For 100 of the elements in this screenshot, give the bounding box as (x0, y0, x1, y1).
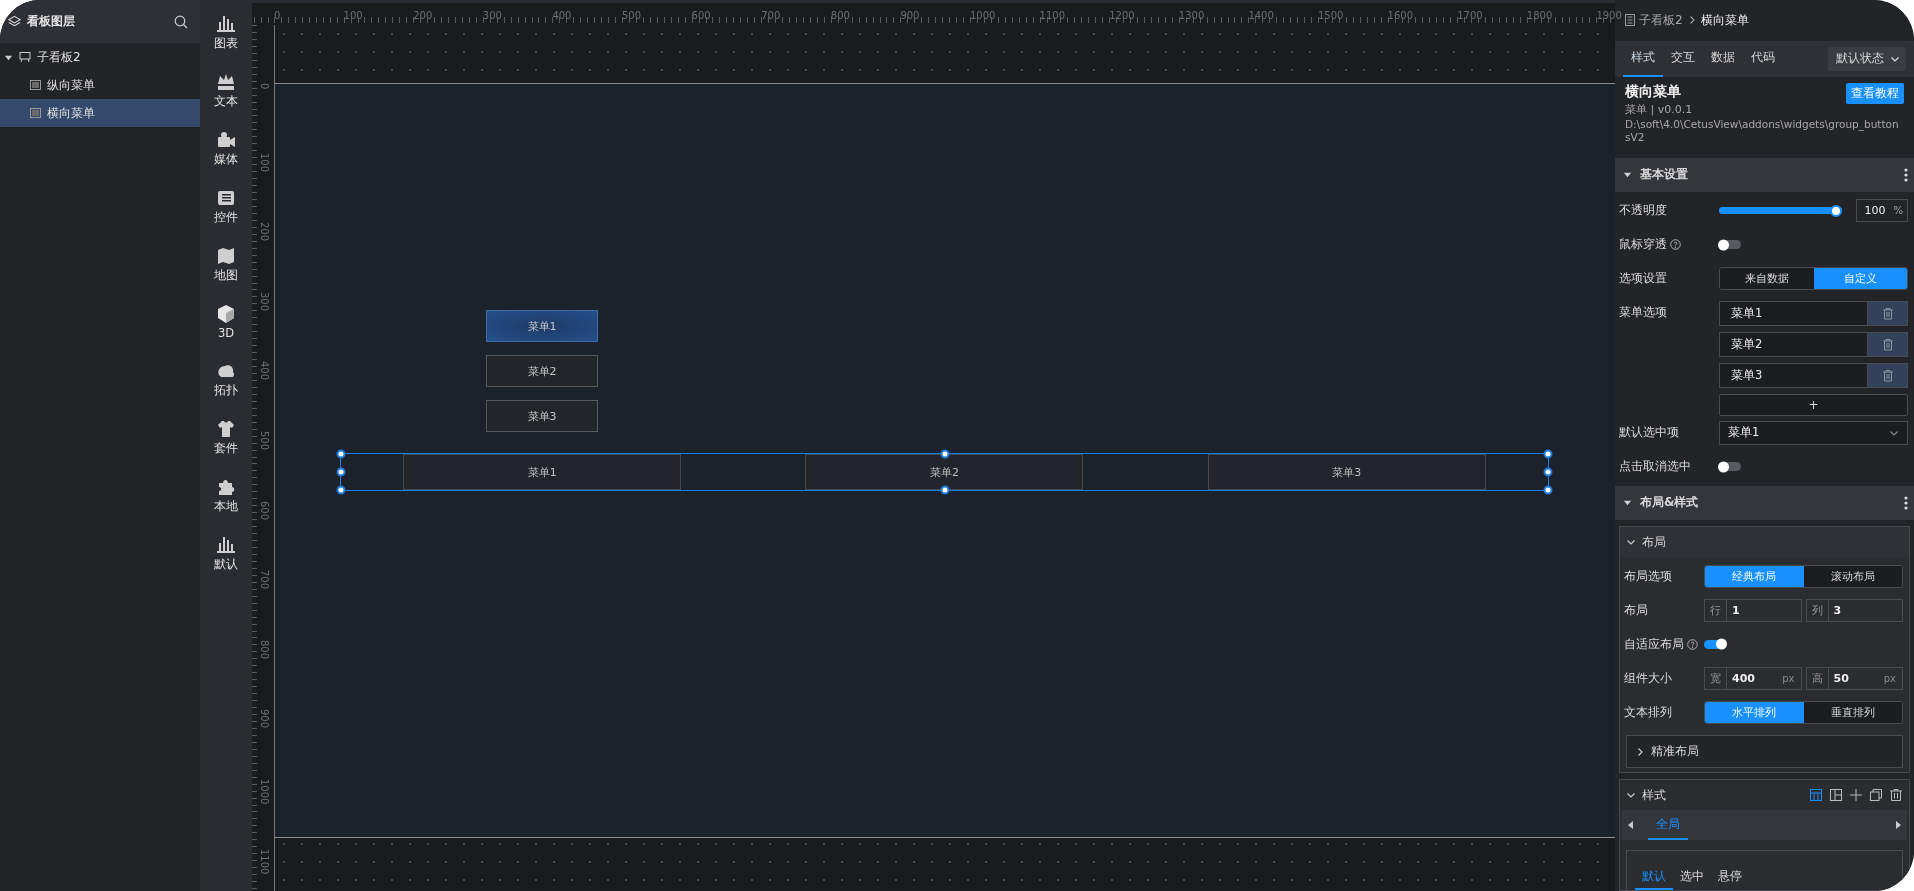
copy-icon[interactable] (1869, 788, 1883, 802)
delete-icon[interactable] (1889, 788, 1903, 802)
menu-item[interactable]: 菜单3 (486, 400, 598, 432)
search-icon[interactable] (174, 14, 188, 29)
segment-option[interactable]: 来自数据 (1720, 268, 1814, 290)
field-label: 文本排列 (1624, 703, 1672, 721)
select-field[interactable]: 菜单1 (1719, 420, 1908, 445)
add-icon[interactable] (1849, 788, 1863, 802)
field-label: 鼠标穿透 (1619, 236, 1667, 254)
ruler-label: 800 (259, 639, 270, 659)
input-field[interactable]: 高 50 px (1805, 666, 1903, 690)
layer-name: 横向菜单 (47, 104, 95, 122)
number-field[interactable]: 100 % (1856, 199, 1908, 223)
breadcrumb-item: 横向菜单 (1700, 11, 1749, 29)
component-category[interactable]: 媒体 (214, 130, 238, 167)
resize-handle[interactable] (940, 449, 949, 459)
cube-icon (216, 304, 236, 324)
component-category[interactable]: 套件 (214, 419, 238, 456)
breadcrumb-item[interactable]: 子看板2 (1639, 11, 1683, 29)
input-field[interactable]: 行 1 (1704, 598, 1802, 622)
group-header[interactable]: 精准布局 (1626, 735, 1903, 768)
layer-item[interactable]: 纵向菜单 (0, 71, 200, 99)
layout-icon[interactable] (1829, 788, 1843, 802)
style-tab[interactable]: 全局 (1648, 810, 1688, 840)
field-label: 自适应布局 (1624, 635, 1684, 653)
menu-item[interactable]: 菜单2 (805, 454, 1084, 490)
ruler-label: 1000 (970, 10, 996, 21)
more-icon[interactable] (1904, 167, 1908, 182)
component-category[interactable]: 控件 (214, 188, 238, 225)
ruler-label: 200 (259, 222, 270, 242)
state-dropdown[interactable]: 默认状态 (1828, 46, 1906, 71)
menu-item[interactable]: 菜单3 (1207, 454, 1486, 490)
menu-item[interactable]: 菜单2 (486, 355, 598, 387)
more-icon[interactable] (1904, 495, 1908, 510)
bar-chart-icon (216, 535, 236, 555)
input-field[interactable]: 列 3 (1805, 598, 1903, 622)
puzzle-icon (216, 477, 236, 497)
group-header[interactable]: 样式 (1620, 780, 1909, 810)
help-icon[interactable] (1687, 638, 1698, 650)
widget-icon (30, 108, 41, 118)
input-field[interactable]: 宽 400 px (1704, 666, 1802, 690)
ruler-label: 1000 (259, 779, 270, 805)
layer-item[interactable]: 横向菜单 (0, 99, 200, 127)
layer-item[interactable]: 子看板2 (0, 43, 200, 71)
crown-icon (216, 72, 236, 92)
toggle-switch[interactable] (1719, 462, 1741, 472)
component-category[interactable]: 图表 (214, 14, 238, 51)
state-tab[interactable]: 选中 (1673, 868, 1711, 890)
help-icon[interactable] (1670, 239, 1681, 251)
menu-item[interactable]: 菜单1 (486, 310, 598, 342)
table-icon[interactable] (1809, 788, 1823, 802)
inspector-tab[interactable]: 样式 (1623, 40, 1663, 77)
segment-option[interactable]: 垂直排列 (1803, 701, 1902, 723)
ruler-label: 900 (900, 10, 920, 21)
ruler-label: 0 (274, 10, 281, 21)
ruler-label: 300 (482, 10, 502, 21)
component-category[interactable]: 本地 (214, 477, 238, 514)
widget-path: D:\soft\4.0\CetusView\addons\widgets\group_buttonsV2 (1625, 117, 1900, 144)
toggle-switch[interactable] (1719, 240, 1741, 250)
ruler-label: 1100 (259, 848, 270, 875)
add-button[interactable]: + (1719, 393, 1908, 416)
ruler-label: 0 (259, 83, 270, 90)
widget-icon (30, 80, 41, 90)
component-category[interactable]: 拓扑 (214, 361, 238, 398)
ruler-label: 600 (691, 10, 711, 21)
component-category[interactable]: 默认 (214, 535, 238, 572)
ruler-label: 1600 (1387, 10, 1414, 21)
group-header[interactable]: 布局 (1620, 527, 1909, 557)
component-category[interactable]: 地图 (214, 246, 238, 283)
document-icon (1625, 14, 1635, 27)
collapse-icon[interactable] (1623, 170, 1632, 180)
field-label: 选项设置 (1619, 270, 1667, 288)
section-header[interactable]: 基本设置 (1615, 157, 1914, 192)
scroll-left-icon[interactable] (1628, 821, 1634, 829)
field-label: 点击取消选中 (1619, 458, 1691, 476)
field-label: 布局选项 (1624, 567, 1672, 585)
collapse-icon[interactable] (1623, 498, 1632, 508)
component-category[interactable]: 文本 (214, 72, 238, 109)
state-tab[interactable]: 默认 (1635, 868, 1673, 890)
field-label: 布局 (1624, 601, 1648, 619)
inspector-tab[interactable]: 代码 (1743, 40, 1783, 77)
field-label: 菜单选项 (1619, 304, 1667, 322)
menu-item[interactable]: 菜单1 (403, 454, 682, 490)
ruler-label: 1800 (1526, 10, 1553, 21)
scroll-right-icon[interactable] (1895, 821, 1901, 829)
ruler-label: 1700 (1457, 10, 1483, 21)
opacity-slider[interactable] (1719, 203, 1842, 218)
state-tab[interactable]: 悬停 (1711, 868, 1749, 890)
ruler-label: 100 (259, 152, 270, 172)
component-category[interactable]: 3D (216, 304, 236, 340)
ruler-label: 400 (552, 10, 572, 21)
toggle-switch[interactable] (1704, 639, 1726, 649)
segment-option[interactable]: 滚动布局 (1803, 565, 1902, 587)
ruler-label: 700 (259, 570, 270, 590)
bar-chart-icon (216, 14, 236, 34)
section-header[interactable]: 布局&样式 (1615, 485, 1914, 520)
inspector-tab[interactable]: 交互 (1663, 40, 1703, 77)
widget-title: 横向菜单 (1625, 82, 1681, 101)
resize-handle[interactable] (940, 485, 949, 495)
inspector-tab[interactable]: 数据 (1703, 40, 1743, 77)
